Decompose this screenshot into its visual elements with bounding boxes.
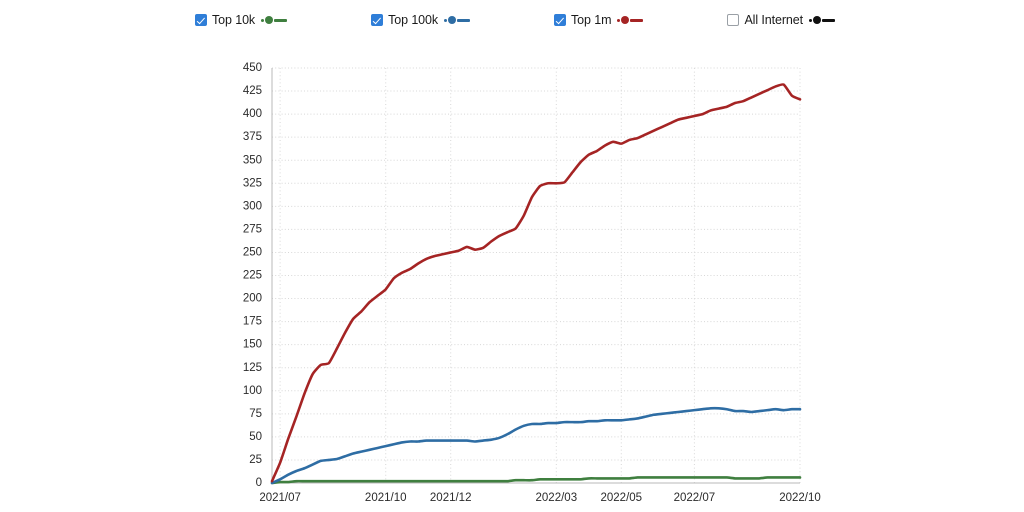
- chart-legend: Top 10k Top 100k Top 1m All Internet: [0, 0, 1024, 40]
- legend-large-dot-icon: [813, 16, 821, 24]
- legend-series-marker: [617, 16, 644, 24]
- legend-small-dot-icon: [261, 18, 265, 22]
- y-axis-tick-label: 50: [249, 431, 262, 443]
- legend-line-dash-icon: [274, 18, 288, 22]
- y-axis-tick-label: 350: [243, 154, 262, 166]
- legend-small-dot-icon: [809, 18, 812, 22]
- series-line-top-10k: [270, 476, 802, 485]
- legend-large-dot-icon: [448, 16, 457, 24]
- legend-item-label: Top 10k: [212, 12, 256, 27]
- legend-item-top-1m[interactable]: Top 1m: [554, 12, 644, 27]
- legend-item-top-100k[interactable]: Top 100k: [371, 12, 471, 27]
- legend-series-marker: [444, 16, 471, 24]
- y-axis-tick-label: 250: [243, 246, 262, 258]
- legend-item-top-10k[interactable]: Top 10k: [195, 12, 288, 27]
- y-axis-tick-label: 0: [256, 477, 262, 489]
- y-axis-tick-label: 325: [243, 177, 262, 189]
- y-axis-tick-label: 150: [243, 339, 262, 351]
- legend-small-dot-icon: [617, 18, 621, 22]
- y-axis-tick-label: 450: [243, 62, 262, 74]
- legend-items-container: Top 10k Top 100k Top 1m All Internet: [189, 14, 835, 27]
- grid-lines: 0 25 50 75 100 125 150 175 200 225 250 275 300 325 350…: [243, 62, 800, 489]
- legend-series-marker: [809, 16, 835, 24]
- x-axis-tick-label: 2022/05: [601, 492, 643, 504]
- legend-large-dot-icon: [265, 16, 274, 24]
- chart-plot-container: 0 25 50 75 100 125 150 175 200 225 250 275 300 325 350…: [0, 40, 1024, 512]
- legend-item-label: Top 1m: [571, 12, 612, 27]
- y-axis-tick-label: 200: [243, 293, 262, 305]
- checkbox-checked-icon[interactable]: [554, 14, 567, 26]
- legend-line-dash-icon: [822, 18, 835, 22]
- y-axis-tick-label: 175: [243, 316, 262, 328]
- series-line-top-1m: [270, 83, 802, 483]
- legend-item-label: All Internet: [744, 12, 803, 27]
- chart-screenshot: Top 10k Top 100k Top 1m All Internet 0 25 50 7…: [0, 0, 1024, 512]
- y-axis-tick-label: 225: [243, 270, 262, 282]
- checkbox-checked-icon[interactable]: [195, 14, 207, 26]
- y-axis-tick-label: 100: [243, 385, 262, 397]
- series-line-top-100k: [270, 406, 802, 485]
- legend-item-all-internet[interactable]: All Internet: [727, 14, 835, 27]
- x-axis-tick-label: 2022/07: [674, 492, 716, 504]
- checkbox-unchecked-icon[interactable]: [727, 14, 740, 26]
- y-axis-tick-label: 375: [243, 131, 262, 143]
- legend-large-dot-icon: [621, 16, 630, 24]
- y-axis-tick-label: 275: [243, 223, 262, 235]
- y-axis-tick-label: 400: [243, 108, 262, 120]
- legend-line-dash-icon: [630, 18, 644, 22]
- legend-line-dash-icon: [457, 18, 471, 22]
- x-axis-tick-label: 2021/10: [365, 492, 407, 504]
- y-axis-tick-label: 125: [243, 362, 262, 374]
- x-axis-tick-label: 2022/03: [536, 492, 578, 504]
- x-axis-tick-label: 2021/07: [259, 492, 301, 504]
- legend-small-dot-icon: [444, 18, 448, 22]
- y-axis-tick-label: 300: [243, 200, 262, 212]
- x-axis-tick-label: 2021/12: [430, 492, 472, 504]
- y-axis-tick-label: 425: [243, 85, 262, 97]
- legend-series-marker: [261, 16, 288, 24]
- y-axis-tick-label: 75: [249, 408, 262, 420]
- y-axis-tick-label: 25: [249, 454, 262, 466]
- checkbox-checked-icon[interactable]: [371, 14, 384, 26]
- line-chart: 0 25 50 75 100 125 150 175 200 225 250 275 300 325 350…: [243, 62, 821, 504]
- x-axis-ticks: 2021/07 2021/10 2021/12 2022/03 2022/05 2022/…: [259, 68, 821, 504]
- legend-item-label: Top 100k: [388, 12, 439, 27]
- x-axis-tick-label: 2022/10: [779, 492, 821, 504]
